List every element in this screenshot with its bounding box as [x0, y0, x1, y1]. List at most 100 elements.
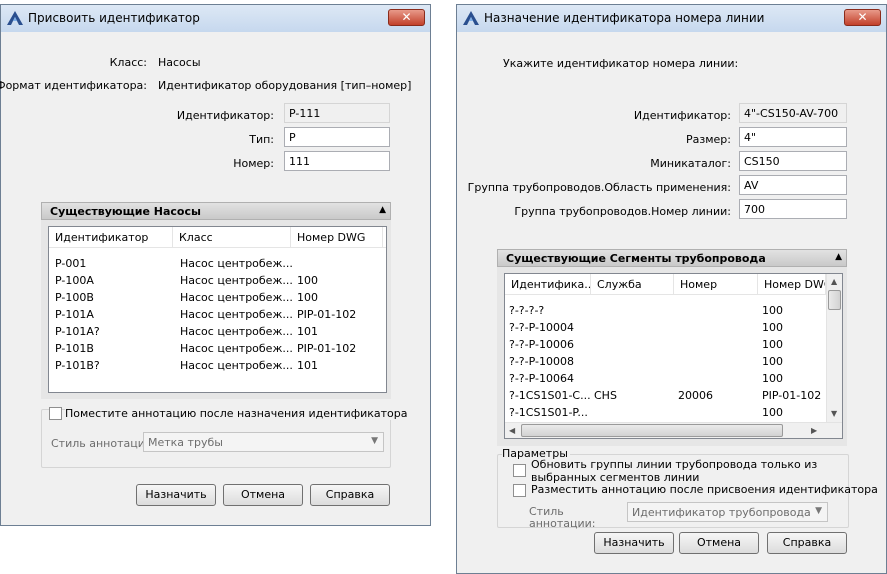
table-cell: ?-1CS1S01-C...: [509, 389, 591, 402]
table-cell: ?-?-?-?: [509, 304, 545, 317]
place-annotation-label: Разместить аннотацию после присвоения ид…: [531, 483, 878, 496]
table-cell: 100: [762, 338, 783, 351]
assign-button[interactable]: Назначить: [136, 484, 216, 506]
scroll-up-icon[interactable]: ▲: [831, 277, 837, 286]
column-header-service[interactable]: Служба: [591, 274, 674, 294]
close-icon: ✕: [401, 10, 412, 24]
assign-button[interactable]: Назначить: [594, 532, 674, 554]
horizontal-scrollbar[interactable]: ◀ ▶: [505, 422, 842, 438]
cancel-button[interactable]: Отмена: [223, 484, 303, 506]
table-cell: 100: [762, 355, 783, 368]
table-row[interactable]: ?-1CS1S01-C... CHS 20006 PIP-01-102: [505, 387, 842, 404]
class-value: Насосы: [158, 56, 201, 69]
column-header-dwg[interactable]: Номер DWG: [758, 274, 826, 294]
column-header-class[interactable]: Класс: [173, 227, 291, 247]
table-cell: PIP-01-102: [297, 342, 357, 355]
table-row[interactable]: ?-?-P-10006 100: [505, 336, 842, 353]
table-row[interactable]: P-101B? Насос центробеж... 101: [49, 357, 386, 374]
table-row[interactable]: P-101B Насос центробеж... PIP-01-102: [49, 340, 386, 357]
table-row[interactable]: ?-?-P-10004 100: [505, 319, 842, 336]
dialog-title: Присвоить идентификатор: [28, 11, 200, 25]
table-cell: P-100B: [55, 291, 94, 304]
dialog-title: Назначение идентификатора номера линии: [484, 11, 765, 25]
vertical-scrollbar[interactable]: ▲ ▼: [826, 274, 842, 422]
table-row[interactable]: P-101A Насос центробеж... PIP-01-102: [49, 306, 386, 323]
place-annotation-checkbox[interactable]: [49, 407, 62, 420]
table-row[interactable]: P-101A? Насос центробеж... 101: [49, 323, 386, 340]
prompt-text: Укажите идентификатор номера линии:: [503, 57, 739, 70]
chevron-down-icon: ▼: [371, 436, 378, 446]
pumps-list[interactable]: Идентификатор Класс Номер DWG P-001 Насос…: [48, 226, 387, 393]
number-field[interactable]: 111: [284, 151, 390, 171]
close-button[interactable]: ✕: [388, 9, 425, 26]
column-header-tag[interactable]: Идентификатор: [49, 227, 173, 247]
table-cell: ?-?-P-10004: [509, 321, 574, 334]
service-area-field[interactable]: AV: [739, 175, 847, 195]
table-row[interactable]: P-001 Насос центробеж...: [49, 255, 386, 272]
collapse-up-icon[interactable]: ▲: [379, 205, 386, 215]
table-cell: P-101B?: [55, 359, 100, 372]
table-row[interactable]: P-100B Насос центробеж... 100: [49, 289, 386, 306]
minicatalog-field[interactable]: CS150: [739, 151, 847, 171]
number-label: Номер:: [233, 157, 274, 170]
table-row[interactable]: ?-?-P-10064 100: [505, 370, 842, 387]
type-field[interactable]: P: [284, 127, 390, 147]
table-cell: CHS: [594, 389, 617, 402]
table-cell: Насос центробеж...: [180, 291, 293, 304]
annotation-style-dropdown: Идентификатор трубопровода ▼: [627, 502, 828, 522]
annotation-style-label: Стиль аннотации:: [51, 437, 156, 450]
table-cell: P-100A: [55, 274, 94, 287]
table-row[interactable]: ?-?-?-? 100: [505, 302, 842, 319]
update-groups-checkbox[interactable]: [513, 464, 526, 477]
table-cell: 100: [297, 274, 318, 287]
scroll-right-icon[interactable]: ▶: [811, 426, 817, 435]
scroll-thumb[interactable]: [521, 424, 783, 437]
service-area-label: Группа трубопроводов.Область применения:: [467, 181, 731, 194]
table-row[interactable]: ?-1CS1S01-P... 100: [505, 404, 842, 421]
column-header-number[interactable]: Номер: [674, 274, 758, 294]
table-cell: Насос центробеж...: [180, 342, 293, 355]
column-header-dwg[interactable]: Номер DWG: [291, 227, 383, 247]
line-number-label: Группа трубопроводов.Номер линии:: [514, 205, 731, 218]
tag-label: Идентификатор:: [633, 109, 731, 122]
list-header: Идентификатор Класс Номер DWG: [49, 227, 386, 248]
update-groups-label: Обновить группы линии трубопровода тольк…: [531, 458, 818, 484]
column-header-tag[interactable]: Идентифика...: [505, 274, 591, 294]
class-label: Класс:: [109, 56, 147, 69]
table-cell: ?-?-P-10006: [509, 338, 574, 351]
help-button[interactable]: Справка: [767, 532, 847, 554]
chevron-down-icon: ▼: [815, 506, 822, 516]
table-row[interactable]: ?-?-P-10008 100: [505, 353, 842, 370]
table-cell: P-101B: [55, 342, 94, 355]
help-button[interactable]: Справка: [310, 484, 390, 506]
tag-format-label: Формат идентификатора:: [0, 79, 147, 92]
table-cell: ?-?-P-10064: [509, 372, 574, 385]
segments-list[interactable]: Идентифика... Служба Номер Номер DWG ?-?…: [504, 273, 843, 439]
tag-field: P-111: [284, 103, 390, 123]
scroll-thumb[interactable]: [828, 290, 841, 310]
tag-label: Идентификатор:: [176, 109, 274, 122]
collapse-up-icon[interactable]: ▲: [835, 252, 842, 262]
line-number-field[interactable]: 700: [739, 199, 847, 219]
existing-segments-header[interactable]: Существующие Сегменты трубопровода ▲: [497, 249, 847, 267]
list-header: Идентифика... Служба Номер Номер DWG: [505, 274, 826, 295]
autocad-plant-logo-icon: [7, 11, 23, 25]
place-annotation-checkbox[interactable]: [513, 484, 526, 497]
table-cell: 100: [762, 304, 783, 317]
section-title: Существующие Насосы: [50, 205, 201, 218]
size-label: Размер:: [686, 133, 731, 146]
existing-pumps-header[interactable]: Существующие Насосы ▲: [41, 202, 391, 220]
table-cell: Насос центробеж...: [180, 274, 293, 287]
scroll-left-icon[interactable]: ◀: [509, 426, 515, 435]
cancel-button[interactable]: Отмена: [679, 532, 759, 554]
title-bar[interactable]: Присвоить идентификатор ✕: [1, 5, 430, 32]
title-bar[interactable]: Назначение идентификатора номера линии ✕: [457, 5, 886, 32]
scroll-down-icon[interactable]: ▼: [831, 409, 837, 418]
table-cell: ?-?-P-10008: [509, 355, 574, 368]
close-button[interactable]: ✕: [844, 9, 881, 26]
table-cell: Насос центробеж...: [180, 359, 293, 372]
size-field[interactable]: 4": [739, 127, 847, 147]
table-cell: PIP-01-102: [762, 389, 822, 402]
section-title: Существующие Сегменты трубопровода: [506, 252, 766, 265]
table-row[interactable]: P-100A Насос центробеж... 100: [49, 272, 386, 289]
